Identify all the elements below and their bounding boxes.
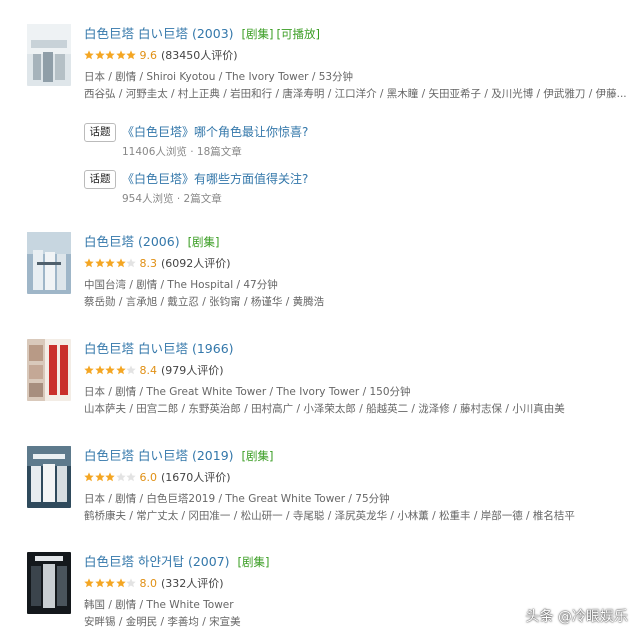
- rating-score: 8.3: [139, 257, 158, 270]
- result-info: 白色巨塔 (2006) [剧集] 8.3 (6092人评价) 中国台湾 / 剧情 …: [84, 233, 634, 311]
- star-filled-icon: [94, 365, 105, 375]
- rating-count: (332人评价): [161, 577, 224, 590]
- star-filled-icon: [94, 50, 105, 60]
- star-empty-icon: [126, 578, 136, 588]
- star-filled-icon: [105, 472, 115, 482]
- star-filled-icon: [105, 365, 115, 375]
- topic-stats: 954人浏览 · 2篇文章: [122, 193, 222, 205]
- star-empty-icon: [126, 258, 136, 268]
- tag-series[interactable]: [剧集]: [242, 27, 274, 41]
- rating-line: 6.0 (1670人评价): [84, 470, 634, 487]
- result-year: (1966): [191, 341, 234, 356]
- result-meta: 日本 / 剧情 / 白色巨塔2019 / The Great White Tow…: [84, 493, 390, 505]
- star-filled-icon: [84, 472, 94, 482]
- result-year: (2003): [191, 26, 234, 41]
- poster-image[interactable]: [27, 446, 71, 508]
- star-empty-icon: [115, 472, 126, 482]
- rating-stars: [84, 364, 137, 380]
- star-filled-icon: [94, 258, 105, 268]
- result-cast: 鹤桥康夫 / 常广丈太 / 冈田准一 / 松山研一 / 寺尾聪 / 泽尻英龙华 …: [84, 510, 575, 522]
- rating-stars: [84, 257, 137, 273]
- tag-series[interactable]: [剧集]: [242, 449, 274, 463]
- star-filled-icon: [84, 578, 94, 588]
- rating-count: (6092人评价): [161, 257, 231, 270]
- tag-series[interactable]: [剧集]: [188, 235, 220, 249]
- result-title-line: 白色巨塔 白い巨塔 (2003) [剧集] [可播放]: [84, 25, 634, 43]
- topic-button[interactable]: 话题: [84, 170, 116, 189]
- rating-score: 6.0: [139, 471, 158, 484]
- result-title-link[interactable]: 白色巨塔 하얀거탑: [84, 554, 184, 569]
- rating-score: 9.6: [139, 49, 158, 62]
- rating-count: (83450人评价): [161, 49, 238, 62]
- topic-stats: 11406人浏览 · 18篇文章: [122, 146, 242, 158]
- star-filled-icon: [115, 50, 126, 60]
- poster-image[interactable]: [27, 24, 71, 86]
- star-empty-icon: [126, 472, 136, 482]
- result-meta: 日本 / 剧情 / The Great White Tower / The Iv…: [84, 386, 411, 398]
- poster-image[interactable]: [27, 232, 71, 294]
- star-filled-icon: [94, 578, 105, 588]
- star-filled-icon: [105, 258, 115, 268]
- result-info: 白色巨塔 白い巨塔 (2019) [剧集] 6.0 (1670人评价) 日本 / …: [84, 447, 634, 525]
- result-cast: 蔡岳勋 / 言承旭 / 戴立忍 / 张钧甯 / 杨谨华 / 黄腾浩: [84, 296, 325, 308]
- result-title-link[interactable]: 白色巨塔: [84, 234, 134, 249]
- tag-series[interactable]: [剧集]: [238, 555, 270, 569]
- result-title-line: 白色巨塔 하얀거탑 (2007) [剧集]: [84, 553, 634, 571]
- rating-line: 9.6 (83450人评价): [84, 48, 634, 65]
- result-cast: 西谷弘 / 河野圭太 / 村上正典 / 岩田和行 / 唐泽寿明 / 江口洋介 /…: [84, 88, 627, 100]
- rating-score: 8.0: [139, 577, 158, 590]
- result-title-link[interactable]: 白色巨塔 白い巨塔: [84, 341, 188, 356]
- result-title-link[interactable]: 白色巨塔 白い巨塔: [84, 448, 188, 463]
- star-filled-icon: [115, 258, 126, 268]
- watermark-text: 头条 @冷眼娱乐: [525, 609, 628, 625]
- rating-line: 8.4 (979人评价): [84, 363, 634, 380]
- topic-title-link[interactable]: 《白色巨塔》哪个角色最让你惊喜?: [122, 123, 308, 141]
- result-title-line: 白色巨塔 白い巨塔 (1966): [84, 340, 634, 358]
- rating-line: 8.3 (6092人评价): [84, 256, 634, 273]
- result-title-link[interactable]: 白色巨塔 白い巨塔: [84, 26, 188, 41]
- result-meta: 日本 / 剧情 / Shiroi Kyotou / The Ivory Towe…: [84, 71, 354, 83]
- result-year: (2007): [187, 554, 230, 569]
- star-filled-icon: [94, 472, 105, 482]
- topic-title-link[interactable]: 《白色巨塔》有哪些方面值得关注?: [122, 170, 308, 188]
- star-filled-icon: [115, 365, 126, 375]
- result-title-line: 白色巨塔 (2006) [剧集]: [84, 233, 634, 251]
- star-filled-icon: [105, 50, 115, 60]
- rating-stars: [84, 577, 137, 593]
- star-filled-icon: [84, 365, 94, 375]
- rating-count: (1670人评价): [161, 471, 231, 484]
- poster-image[interactable]: [27, 552, 71, 614]
- result-info: 白色巨塔 白い巨塔 (1966) 8.4 (979人评价) 日本 / 剧情 / T…: [84, 340, 634, 418]
- topic-button[interactable]: 话题: [84, 123, 116, 142]
- result-year: (2006): [138, 234, 180, 249]
- rating-line: 8.0 (332人评价): [84, 576, 634, 593]
- result-year: (2019): [191, 448, 234, 463]
- result-info: 白色巨塔 白い巨塔 (2003) [剧集] [可播放] 9.6 (83450人评价)…: [84, 25, 634, 103]
- star-filled-icon: [84, 258, 94, 268]
- rating-stars: [84, 49, 137, 65]
- star-filled-icon: [126, 50, 136, 60]
- star-empty-icon: [126, 365, 136, 375]
- rating-score: 8.4: [139, 364, 158, 377]
- rating-stars: [84, 471, 137, 487]
- result-title-line: 白色巨塔 白い巨塔 (2019) [剧集]: [84, 447, 634, 465]
- star-filled-icon: [115, 578, 126, 588]
- rating-count: (979人评价): [161, 364, 224, 377]
- result-meta: 中国台湾 / 剧情 / The Hospital / 47分钟: [84, 279, 278, 291]
- star-filled-icon: [84, 50, 94, 60]
- result-cast: 山本萨夫 / 田宫二郎 / 东野英治郎 / 田村高广 / 小泽荣太郎 / 船越英…: [84, 403, 565, 415]
- star-filled-icon: [105, 578, 115, 588]
- tag-playable[interactable]: [可播放]: [277, 27, 320, 41]
- poster-image[interactable]: [27, 339, 71, 401]
